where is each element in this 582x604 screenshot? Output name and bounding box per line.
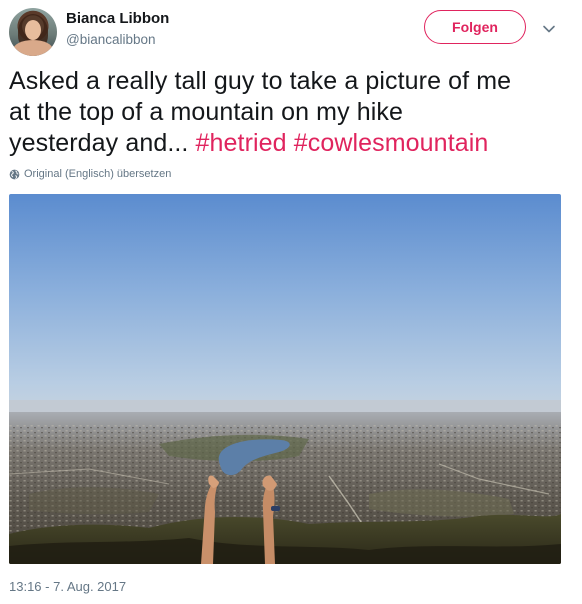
- avatar-face: [25, 20, 41, 40]
- user-name[interactable]: Bianca Libbon: [66, 10, 169, 27]
- tweet-timestamp[interactable]: 13:16 - 7. Aug. 2017: [9, 579, 126, 594]
- hashtag-cowlesmountain[interactable]: #cowlesmountain: [294, 129, 489, 157]
- tweet-card: Bianca Libbon @biancalibbon Folgen Asked…: [0, 0, 582, 604]
- tweet-text-line3: yesterday and...: [9, 129, 196, 157]
- user-handle[interactable]: @biancalibbon: [66, 32, 156, 47]
- tweet-text-line2: at the top of a mountain on my hike: [9, 98, 404, 126]
- tweet-photo[interactable]: [9, 194, 561, 564]
- translate-label: Original (Englisch) übersetzen: [24, 168, 172, 180]
- globe-icon: [9, 169, 20, 179]
- landscape-photo-icon: [9, 194, 561, 564]
- chevron-down-icon[interactable]: [542, 22, 556, 36]
- avatar[interactable]: [9, 8, 57, 56]
- follow-button[interactable]: Folgen: [424, 10, 526, 44]
- hashtag-hetried[interactable]: #hetried: [196, 129, 287, 157]
- avatar-shoulders: [13, 40, 53, 56]
- translate-link[interactable]: Original (Englisch) übersetzen: [9, 168, 171, 180]
- tweet-text-line1: Asked a really tall guy to take a pictur…: [9, 67, 512, 95]
- tweet-text: Asked a really tall guy to take a pictur…: [9, 66, 569, 159]
